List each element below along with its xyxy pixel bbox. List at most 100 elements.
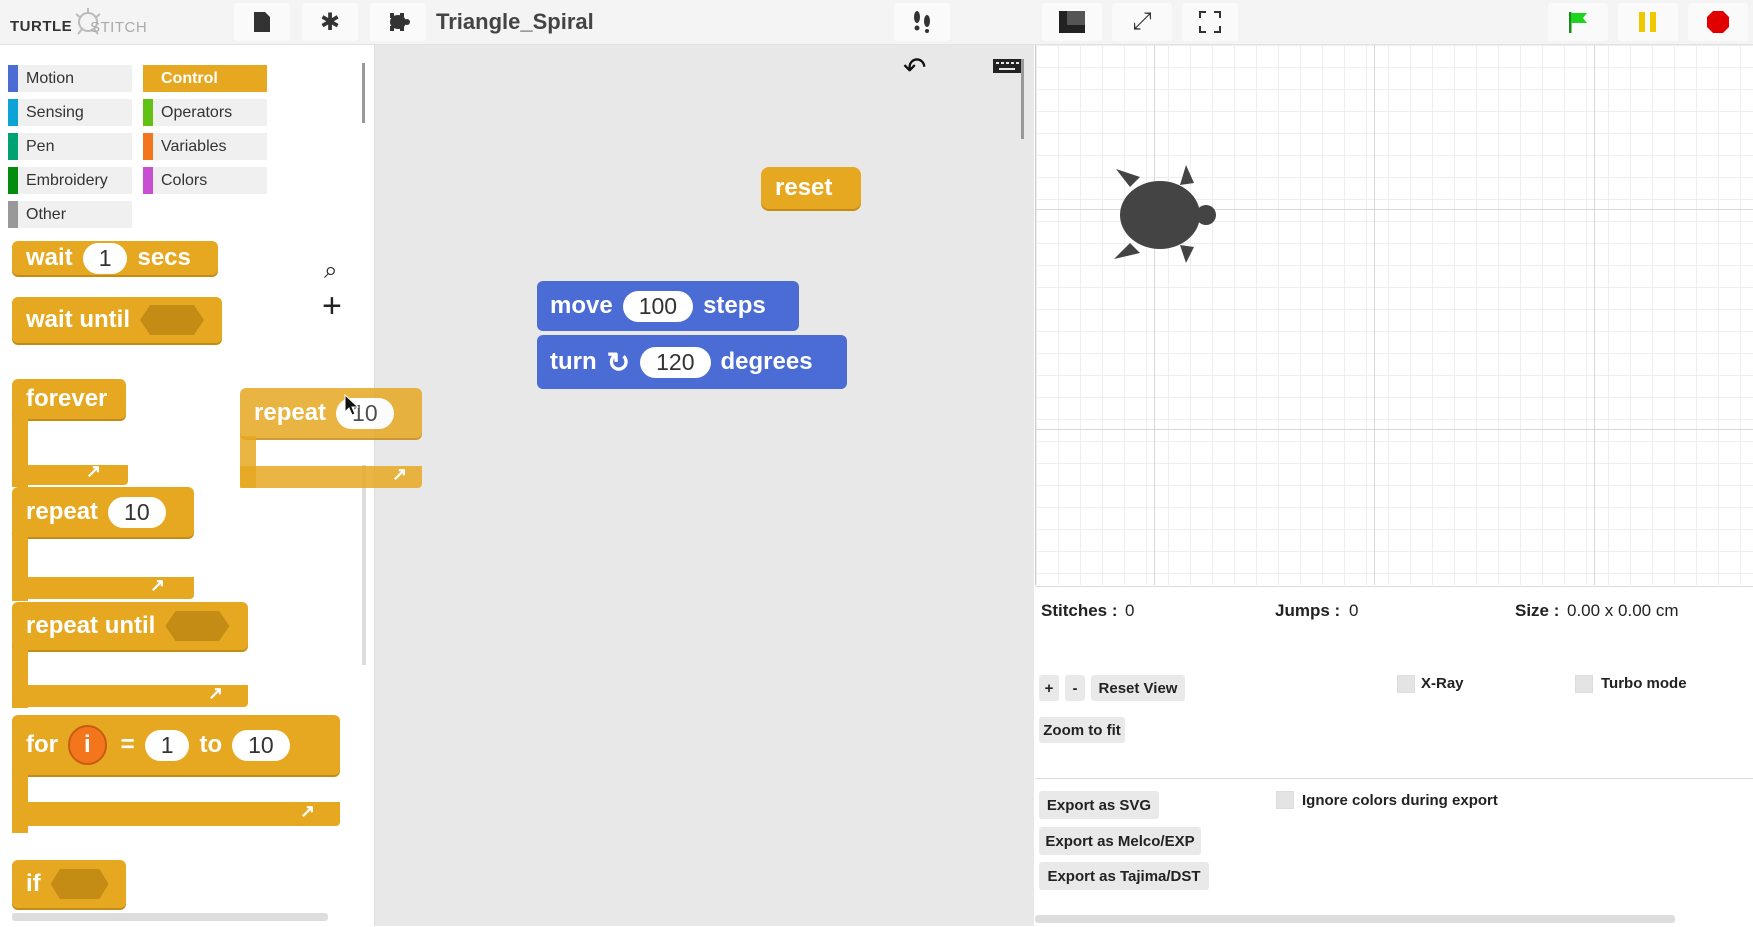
turn-clockwise-icon: ↻	[606, 346, 631, 378]
pause-icon	[1639, 12, 1656, 32]
stage-grid-line	[1154, 45, 1155, 585]
stage-grid-line	[1374, 45, 1375, 585]
block-if[interactable]: if	[12, 860, 126, 908]
ignore-colors-checkbox[interactable]	[1276, 791, 1294, 809]
footprints-icon	[914, 11, 930, 33]
block-turn-degrees[interactable]: turn ↻ 120 degrees	[537, 335, 847, 389]
export-svg-button[interactable]: Export as SVG	[1039, 791, 1159, 819]
palette-horizontal-scrollbar[interactable]	[12, 913, 328, 921]
zoom-to-fit-button[interactable]: Zoom to fit	[1039, 717, 1125, 743]
green-flag-icon	[1569, 12, 1587, 33]
add-icon[interactable]: +	[322, 289, 342, 323]
stop-icon	[1707, 11, 1729, 33]
file-menu-button[interactable]	[234, 3, 290, 41]
category-swatch	[8, 201, 18, 228]
size-label: Size :	[1515, 601, 1560, 620]
gear-icon: ✱	[319, 8, 341, 36]
category-swatch	[143, 99, 153, 126]
loop-arrow-icon: ↗	[300, 801, 316, 821]
category-pen[interactable]: Pen	[8, 133, 132, 160]
undo-icon[interactable]: ↶	[903, 51, 926, 84]
c-block-foot	[12, 577, 194, 599]
script-scrollbar[interactable]	[1021, 59, 1024, 139]
category-control[interactable]: Control	[143, 65, 267, 92]
wait-until-condition-slot[interactable]	[140, 305, 204, 335]
stitches-label: Stitches :	[1041, 601, 1118, 620]
xray-checkbox[interactable]	[1397, 675, 1415, 693]
block-reset[interactable]: reset	[761, 167, 861, 209]
category-embroidery[interactable]: Embroidery	[8, 167, 132, 194]
for-variable[interactable]: i	[68, 725, 107, 765]
loop-arrow-icon: ↗	[208, 683, 224, 703]
divider	[1035, 778, 1753, 779]
stage-grid-line	[1594, 45, 1595, 585]
jumps-value: 0	[1349, 601, 1359, 620]
category-variables[interactable]: Variables	[143, 133, 267, 160]
step-button[interactable]	[894, 3, 950, 41]
info-horizontal-scrollbar[interactable]	[1035, 915, 1675, 923]
for-start-input[interactable]: 1	[144, 729, 190, 761]
stage-size-button[interactable]	[1042, 3, 1102, 41]
block-move-steps[interactable]: move 100 steps	[537, 281, 799, 331]
reset-view-button[interactable]: Reset View	[1091, 675, 1185, 701]
size-value: 0.00 x 0.00 cm	[1567, 601, 1679, 620]
pause-button[interactable]	[1618, 3, 1678, 41]
repeat-until-condition-slot[interactable]	[165, 611, 230, 641]
category-colors[interactable]: Colors	[143, 167, 267, 194]
settings-button[interactable]: ✱	[302, 3, 358, 41]
stage-canvas[interactable]	[1035, 45, 1753, 585]
category-swatch	[143, 133, 153, 160]
zoom-in-button[interactable]: +	[1039, 675, 1059, 701]
stage-grid-line	[1036, 429, 1753, 430]
move-steps-input[interactable]: 100	[622, 290, 694, 322]
search-icon[interactable]: ⌕	[324, 257, 337, 285]
top-toolbar: TURTLE STITCH ✱ Triangle_Spiral ⤢	[0, 0, 1753, 45]
category-sensing[interactable]: Sensing	[8, 99, 132, 126]
script-area[interactable]: ↶ reset move 100 steps turn ↻ 120 degree…	[375, 45, 1034, 926]
run-button[interactable]	[1548, 3, 1608, 41]
stage-small-icon	[1059, 11, 1085, 33]
category-swatch	[8, 133, 18, 160]
category-motion[interactable]: Motion	[8, 65, 132, 92]
turbo-mode-checkbox[interactable]	[1575, 675, 1593, 693]
wait-secs-input[interactable]: 1	[82, 242, 128, 274]
for-end-input[interactable]: 10	[232, 729, 290, 761]
loop-arrow-icon: ↗	[86, 461, 102, 481]
category-other[interactable]: Other	[8, 201, 132, 228]
stage-info-panel: Stitches : 0 Jumps : 0 Size : 0.00 x 0.0…	[1035, 586, 1753, 927]
loop-arrow-icon: ↗	[150, 575, 166, 595]
stitches-value: 0	[1125, 601, 1135, 620]
block-wait-until[interactable]: wait until	[12, 297, 222, 343]
loop-arrow-icon: ↗	[392, 464, 408, 484]
fullscreen-button[interactable]	[1182, 3, 1238, 41]
file-icon	[254, 12, 270, 32]
logo-text-secondary: STITCH	[90, 19, 148, 36]
c-block-foot	[12, 802, 340, 826]
category-swatch	[8, 167, 18, 194]
fullscreen-icon	[1199, 11, 1221, 33]
turbo-mode-label: Turbo mode	[1601, 675, 1687, 692]
stop-button[interactable]	[1688, 3, 1748, 41]
export-dst-button[interactable]: Export as Tajima/DST	[1039, 862, 1209, 890]
block-wait-secs[interactable]: wait 1 secs	[12, 241, 218, 275]
jumps-label: Jumps :	[1275, 601, 1341, 620]
expand-stage-button[interactable]: ⤢	[1112, 3, 1172, 41]
palette-scrollbar[interactable]	[362, 465, 366, 665]
logo-text: TURTLE	[10, 18, 73, 35]
mouse-cursor-icon	[344, 394, 360, 416]
turtle-icon	[390, 13, 410, 31]
palette-top-scrollbar[interactable]	[362, 63, 365, 123]
project-title: Triangle_Spiral	[436, 9, 594, 34]
turtlestitch-logo[interactable]: TURTLE STITCH	[8, 6, 147, 40]
zoom-out-button[interactable]: -	[1065, 675, 1085, 701]
turtle-sprite[interactable]	[1106, 159, 1218, 267]
keyboard-icon[interactable]	[993, 59, 1021, 75]
ignore-colors-label: Ignore colors during export	[1302, 792, 1498, 809]
expand-icon: ⤢	[1132, 8, 1152, 35]
repeat-count-input[interactable]: 10	[108, 496, 166, 528]
category-operators[interactable]: Operators	[143, 99, 267, 126]
sprite-button[interactable]	[370, 3, 426, 41]
turn-degrees-input[interactable]: 120	[640, 346, 711, 378]
export-exp-button[interactable]: Export as Melco/EXP	[1039, 827, 1201, 855]
if-condition-slot[interactable]	[50, 869, 109, 899]
